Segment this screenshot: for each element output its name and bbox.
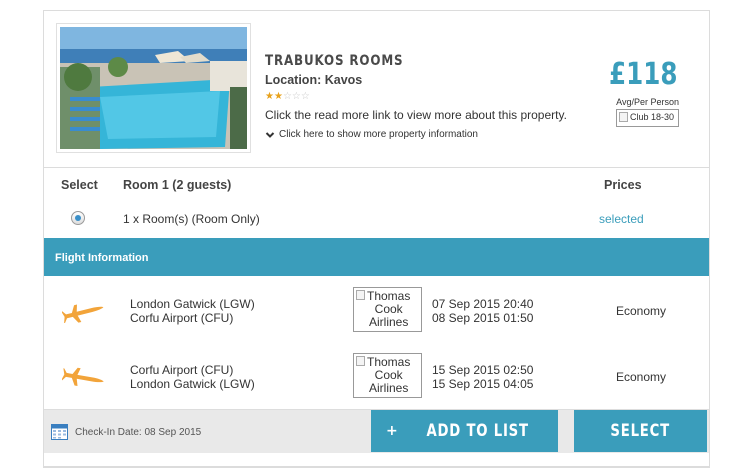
plus-icon: + <box>386 423 399 439</box>
star-empty-icon: ☆ <box>300 91 310 102</box>
hotel-photo[interactable] <box>57 24 250 152</box>
hotel-price: £118 <box>608 57 677 92</box>
room-selected-status[interactable]: selected <box>599 212 644 226</box>
calendar-icon <box>51 424 68 440</box>
card-footer: Check-In Date: 08 Sep 2015 + Add to list… <box>44 409 709 453</box>
airline-logo: Thomas Cook Airlines <box>353 353 422 398</box>
next-card-edge <box>43 466 710 471</box>
flight-row: Corfu Airport (CFU) London Gatwick (LGW)… <box>44 345 709 407</box>
cabin-class: Economy <box>616 304 667 318</box>
star-filled-icon: ★ <box>273 91 283 102</box>
select-label: Select <box>610 421 671 441</box>
select-button[interactable]: Select <box>574 410 707 452</box>
flight-times: 07 Sep 2015 20:40 08 Sep 2015 01:50 <box>432 297 533 325</box>
departure-airport: Corfu Airport (CFU) <box>130 363 234 377</box>
airline-logo: Thomas Cook Airlines <box>353 287 422 332</box>
arrival-airport: London Gatwick (LGW) <box>130 377 255 391</box>
star-rating: ★ ★ ☆ ☆ ☆ <box>265 92 310 102</box>
arrival-airport: Corfu Airport (CFU) <box>130 311 234 325</box>
room-select-radio[interactable] <box>71 211 85 225</box>
broken-image-icon <box>356 290 365 300</box>
departure-airport: London Gatwick (LGW) <box>130 297 255 311</box>
flight-airports: London Gatwick (LGW) Corfu Airport (CFU) <box>130 297 255 325</box>
plane-takeoff-icon <box>62 304 104 323</box>
broken-image-icon <box>619 112 628 122</box>
add-to-list-label: Add to list <box>426 421 529 441</box>
add-to-list-button[interactable]: + Add to list <box>371 410 558 452</box>
col-prices: Prices <box>604 178 642 192</box>
location-value: Kavos <box>324 73 363 87</box>
star-empty-icon: ☆ <box>282 91 292 102</box>
arrival-time: 08 Sep 2015 01:50 <box>432 311 534 325</box>
arrival-time: 15 Sep 2015 04:05 <box>432 377 534 391</box>
checkin-date: Check-In Date: 08 Sep 2015 <box>75 427 202 438</box>
more-info-link[interactable]: Click here to show more property informa… <box>265 129 478 140</box>
col-select: Select <box>61 178 98 192</box>
hotel-location: Location: Kavos <box>265 73 362 87</box>
club-badge-alt: Club 18-30 <box>630 112 675 122</box>
plane-landing-icon <box>62 367 104 386</box>
airline-alt-line: Airlines <box>369 381 409 395</box>
cabin-class: Economy <box>616 370 667 384</box>
hotel-description: Click the read more link to view more ab… <box>265 108 567 122</box>
location-label: Location: <box>265 73 322 87</box>
departure-time: 07 Sep 2015 20:40 <box>432 297 534 311</box>
hotel-result-card: Trabukos Rooms Location: Kavos ★ ★ ☆ ☆ ☆ Cli… <box>43 10 710 468</box>
more-info-label[interactable]: Click here to show more property informa… <box>279 129 478 140</box>
room-description: 1 x Room(s) (Room Only) <box>123 212 260 226</box>
flight-info-heading: Flight Information <box>44 238 709 276</box>
star-filled-icon: ★ <box>265 91 274 102</box>
chevron-down-icon <box>265 131 275 138</box>
airline-alt-line: Airlines <box>369 315 409 329</box>
club-18-30-badge: Club 18-30 <box>616 109 679 127</box>
flight-times: 15 Sep 2015 02:50 15 Sep 2015 04:05 <box>432 363 533 391</box>
star-empty-icon: ☆ <box>291 91 301 102</box>
departure-time: 15 Sep 2015 02:50 <box>432 363 534 377</box>
col-room: Room 1 (2 guests) <box>123 178 232 192</box>
broken-image-icon <box>356 356 365 366</box>
hotel-name[interactable]: Trabukos Rooms <box>265 53 403 69</box>
hotel-header: Trabukos Rooms Location: Kavos ★ ★ ☆ ☆ ☆ Cli… <box>44 11 709 168</box>
flight-row: London Gatwick (LGW) Corfu Airport (CFU)… <box>44 279 709 341</box>
price-basis: Avg/Per Person <box>616 97 679 107</box>
flight-airports: Corfu Airport (CFU) London Gatwick (LGW) <box>130 363 255 391</box>
